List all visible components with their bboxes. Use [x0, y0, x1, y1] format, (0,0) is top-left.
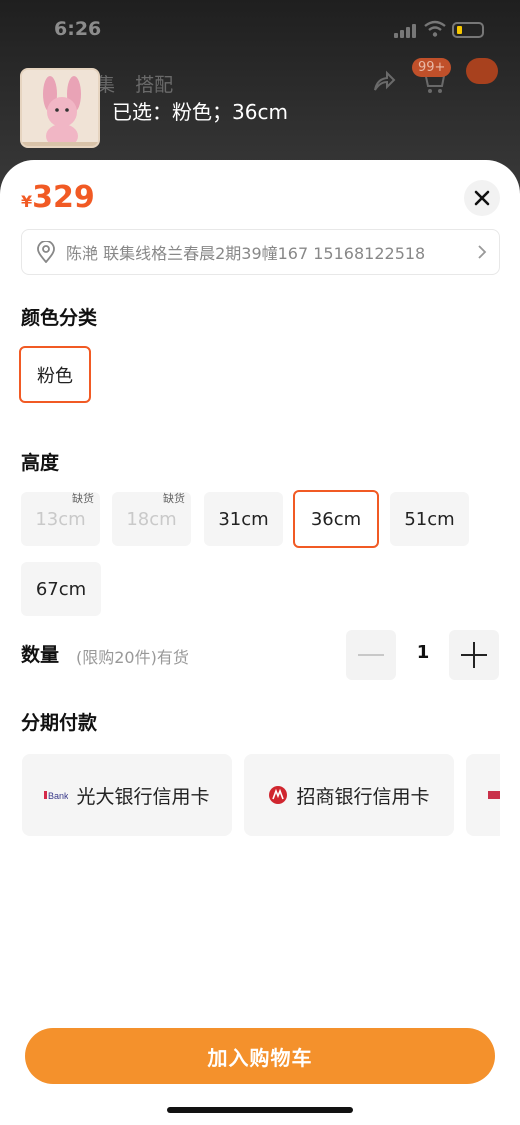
bank-card-label: 招商银行信用卡 — [296, 785, 430, 808]
home-indicator — [167, 1107, 353, 1113]
bunny-image — [22, 70, 98, 146]
height-option-13cm[interactable]: 缺货 13cm — [21, 492, 100, 546]
height-option-label: 31cm — [218, 508, 269, 530]
everbright-bank-icon: Bank — [44, 789, 68, 801]
address-text: 陈滟 联集线格兰春晨2期39幢167 15168122518 — [66, 244, 426, 263]
signal-icon — [394, 24, 418, 38]
out-of-stock-tag: 缺货 — [163, 492, 185, 505]
installment-section-title: 分期付款 — [21, 712, 98, 734]
bank-card-label: 光大银行信用卡 — [76, 785, 210, 808]
status-bar: 6:26 — [0, 14, 520, 46]
background-tabs: 集 搭配 — [96, 70, 187, 97]
more-icon — [466, 58, 498, 84]
background-tab: 搭配 — [135, 74, 174, 96]
chevron-right-icon — [478, 245, 487, 259]
price-currency: ¥ — [21, 192, 33, 211]
installment-card-cmb[interactable]: 招商银行信用卡 — [244, 754, 454, 836]
height-section-title: 高度 — [21, 452, 60, 474]
color-option-pink[interactable]: 粉色 — [19, 346, 91, 403]
selected-variant-label: 已选：粉色；36cm — [112, 100, 288, 124]
plus-icon — [461, 642, 487, 668]
out-of-stock-tag: 缺货 — [72, 492, 94, 505]
location-pin-icon — [37, 241, 55, 263]
minus-icon — [358, 654, 384, 656]
quantity-label: 数量 — [21, 644, 60, 666]
height-option-67cm[interactable]: 67cm — [21, 562, 101, 616]
height-option-31cm[interactable]: 31cm — [204, 492, 283, 546]
bank-icon — [488, 789, 500, 801]
quantity-decrease-button[interactable] — [346, 630, 396, 680]
cmb-bank-icon — [268, 785, 288, 805]
wifi-icon — [424, 20, 446, 37]
price-amount: 329 — [32, 180, 95, 215]
height-option-51cm[interactable]: 51cm — [390, 492, 469, 546]
background-toolbar: 99+ — [356, 58, 506, 102]
color-section-title: 颜色分类 — [21, 307, 98, 329]
height-option-36cm[interactable]: 36cm — [293, 490, 379, 548]
price: ¥329 — [21, 180, 95, 215]
share-icon — [374, 70, 396, 91]
height-option-label: 36cm — [310, 508, 362, 530]
height-option-label: 13cm — [35, 508, 86, 530]
color-option-label: 粉色 — [37, 365, 73, 387]
height-option-label: 67cm — [35, 578, 87, 600]
product-thumbnail[interactable] — [20, 68, 100, 148]
quantity-hint: (限购20件)有货 — [76, 648, 189, 667]
close-button[interactable] — [464, 180, 500, 216]
sku-sheet: ¥329 陈滟 联集线格兰春晨2期39幢167 15168122518 颜色分类… — [0, 160, 520, 1125]
installment-card-partial[interactable] — [466, 754, 500, 836]
svg-text:Bank: Bank — [48, 791, 68, 801]
cart-badge: 99+ — [412, 58, 452, 77]
address-selector[interactable]: 陈滟 联集线格兰春晨2期39幢167 15168122518 — [21, 229, 500, 275]
battery-icon — [452, 22, 484, 38]
close-icon — [474, 190, 490, 206]
height-option-18cm[interactable]: 缺货 18cm — [112, 492, 191, 546]
height-option-label: 51cm — [404, 508, 455, 530]
quantity-increase-button[interactable] — [449, 630, 499, 680]
status-time: 6:26 — [54, 18, 102, 40]
add-to-cart-button[interactable]: 加入购物车 — [25, 1028, 495, 1084]
installment-card-everbright[interactable]: Bank 光大银行信用卡 — [22, 754, 232, 836]
height-option-label: 18cm — [126, 508, 177, 530]
quantity-value: 1 — [416, 642, 430, 663]
